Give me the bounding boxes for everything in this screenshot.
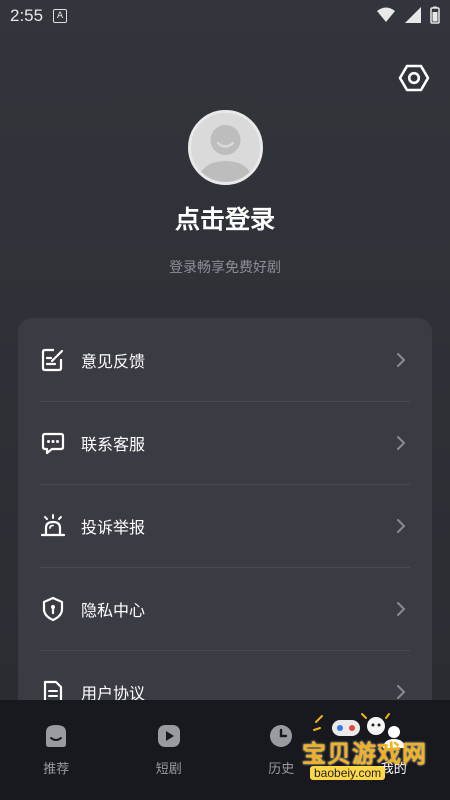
status-icons	[376, 6, 440, 24]
watermark-url: baobeiy.com	[310, 766, 386, 780]
play-icon	[157, 725, 180, 747]
gear-icon	[398, 64, 430, 92]
login-title[interactable]: 点击登录	[0, 200, 450, 236]
watermark-title: 宝贝游戏网	[302, 740, 427, 768]
home-face-icon	[46, 725, 67, 747]
chat-icon	[41, 432, 65, 454]
chevron-right-icon	[397, 601, 406, 616]
settings-button[interactable]	[398, 62, 430, 94]
chevron-right-icon	[397, 435, 406, 450]
nav-label: 历史	[268, 762, 295, 777]
battery-icon	[430, 6, 440, 24]
nav-label: 推荐	[43, 762, 70, 777]
feedback-icon	[41, 348, 64, 371]
clock-icon	[270, 725, 293, 747]
signal-icon	[405, 7, 421, 23]
menu-item-feedback[interactable]: 意见反馈	[18, 318, 432, 401]
chevron-right-icon	[397, 518, 406, 533]
user-icon	[191, 113, 260, 182]
menu-item-label: 联系客服	[81, 434, 146, 454]
menu-item-customer-service[interactable]: 联系客服	[18, 401, 432, 484]
chevron-right-icon	[397, 684, 406, 699]
menu-item-privacy[interactable]: 隐私中心	[18, 567, 432, 650]
status-bar: 2:55 A	[0, 0, 450, 32]
nav-label: 短剧	[155, 762, 182, 777]
avatar[interactable]	[188, 110, 263, 185]
status-time: 2:55	[10, 6, 44, 25]
nav-tab-short-drama[interactable]: 短剧	[113, 700, 226, 800]
wifi-icon	[377, 7, 395, 22]
shield-icon	[42, 596, 64, 621]
chevron-right-icon	[397, 352, 406, 367]
notification-icon: A	[53, 9, 68, 23]
menu-item-label: 隐私中心	[81, 600, 146, 620]
menu-item-label: 意见反馈	[81, 351, 146, 371]
alarm-icon	[40, 513, 66, 536]
menu-item-report[interactable]: 投诉举报	[18, 484, 432, 567]
menu-item-label: 投诉举报	[81, 517, 146, 537]
login-subtitle: 登录畅享免费好剧	[169, 260, 281, 276]
watermark: 宝贝游戏网 baobeiy.com	[302, 712, 442, 782]
menu-card: 意见反馈 联系客服 投诉举报 隐私中心 用户协议	[18, 318, 432, 738]
nav-tab-recommend[interactable]: 推荐	[0, 700, 113, 800]
